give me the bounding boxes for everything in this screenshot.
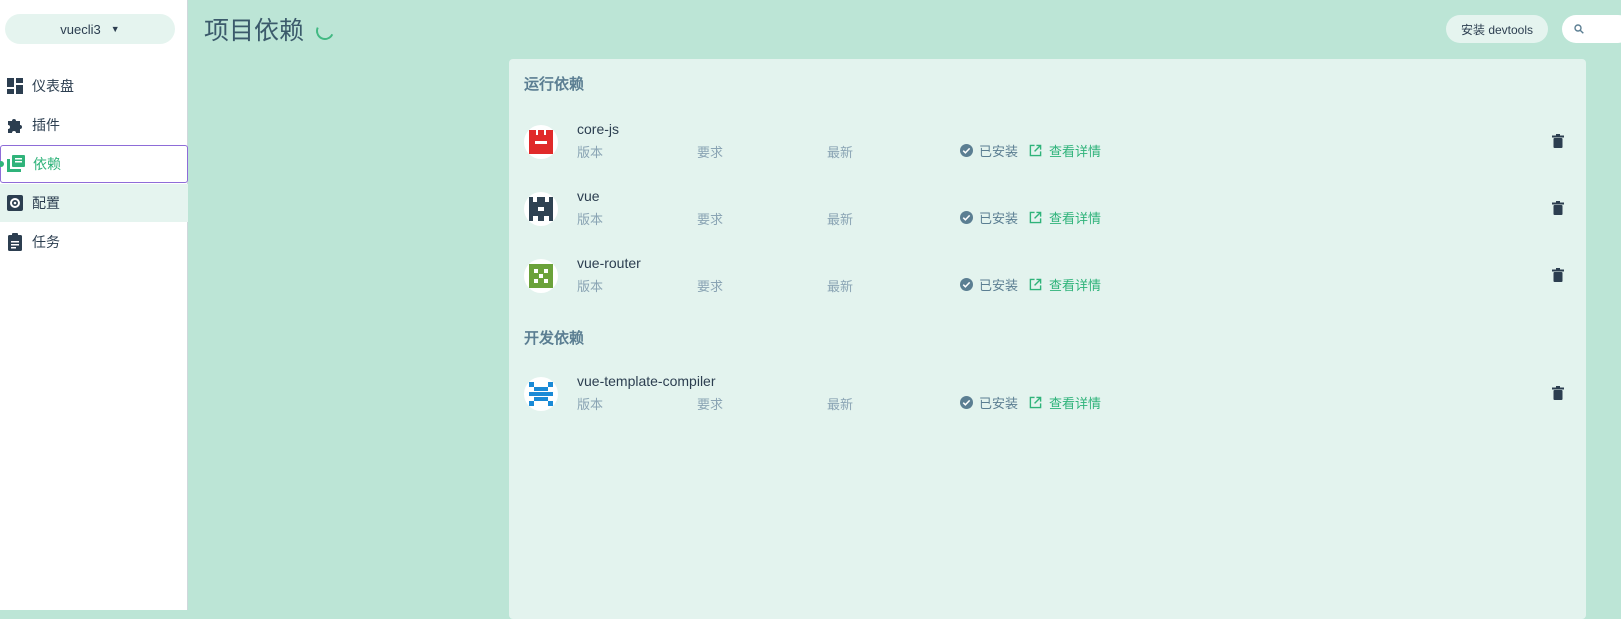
view-details-link[interactable]: 查看详情 [1029, 393, 1101, 412]
required-label: 要求 [697, 397, 724, 412]
view-details-link[interactable]: 查看详情 [1029, 141, 1101, 160]
installed-status: 已安装 [960, 275, 1018, 294]
installed-status: 已安装 [960, 208, 1018, 227]
dependency-row: core-js 版本 要求 最新 已安装 查看详情 [509, 121, 1586, 171]
latest-label: 最新 [827, 397, 854, 412]
vue-logo-icon [524, 192, 558, 226]
version-label: 版本 [577, 397, 604, 412]
core-js-logo-icon [524, 125, 558, 159]
version-label: 版本 [577, 279, 604, 294]
loading-spinner-icon [313, 19, 337, 43]
page-title: 项目依赖 [204, 17, 305, 45]
latest-label: 最新 [827, 145, 854, 160]
sidebar-item-label: 仪表盘 [32, 78, 74, 94]
dependency-name: vue-router [577, 255, 641, 271]
sidebar-nav: 仪表盘 插件 依赖 配置 任务 [0, 67, 188, 262]
latest-label: 最新 [827, 279, 854, 294]
view-details-label: 查看详情 [1049, 278, 1102, 293]
required-label: 要求 [697, 145, 724, 160]
dependency-name: core-js [577, 121, 620, 137]
install-devtools-button[interactable]: 安装 devtools [1446, 15, 1548, 43]
open-in-new-icon [1029, 278, 1042, 291]
installed-status: 已安装 [960, 393, 1018, 412]
installed-label: 已安装 [979, 396, 1019, 411]
installed-label: 已安装 [979, 278, 1019, 293]
dependencies-panel: 运行依赖 core-js 版本 要求 最新 已安装 查看详情 vue 版本 要求… [509, 59, 1586, 619]
view-details-label: 查看详情 [1049, 211, 1102, 226]
check-circle-icon [960, 396, 973, 409]
vue-template-compiler-logo-icon [524, 377, 558, 411]
section-title-runtime: 运行依赖 [524, 76, 585, 93]
dependency-row: vue-template-compiler 版本 要求 最新 已安装 查看详情 [509, 373, 1586, 423]
view-details-link[interactable]: 查看详情 [1029, 208, 1101, 227]
search-box[interactable] [1562, 15, 1621, 43]
sidebar-item-dashboard[interactable]: 仪表盘 [0, 67, 188, 105]
sidebar-item-dependencies[interactable]: 依赖 [0, 145, 188, 183]
project-name: vuecli3 [60, 21, 101, 37]
open-in-new-icon [1029, 144, 1042, 157]
version-label: 版本 [577, 145, 604, 160]
delete-icon[interactable] [1552, 201, 1564, 215]
installed-label: 已安装 [979, 211, 1019, 226]
clipboard-icon [6, 233, 24, 251]
project-switcher[interactable]: vuecli3 ▼ [5, 14, 175, 44]
version-label: 版本 [577, 212, 604, 227]
sidebar-item-plugins[interactable]: 插件 [0, 106, 188, 144]
dashboard-icon [6, 77, 24, 95]
sidebar-item-tasks[interactable]: 任务 [0, 223, 188, 261]
settings-gear-icon [6, 194, 24, 212]
view-details-label: 查看详情 [1049, 144, 1102, 159]
installed-status: 已安装 [960, 141, 1018, 160]
sidebar-item-configuration[interactable]: 配置 [0, 184, 188, 222]
sidebar-item-label: 配置 [32, 195, 60, 211]
delete-icon[interactable] [1552, 134, 1564, 148]
dependency-name: vue [577, 188, 600, 204]
open-in-new-icon [1029, 396, 1042, 409]
latest-label: 最新 [827, 212, 854, 227]
section-title-dev: 开发依赖 [524, 330, 585, 347]
delete-icon[interactable] [1552, 268, 1564, 282]
library-books-icon [7, 155, 25, 173]
required-label: 要求 [697, 279, 724, 294]
open-in-new-icon [1029, 211, 1042, 224]
installed-label: 已安装 [979, 144, 1019, 159]
required-label: 要求 [697, 212, 724, 227]
sidebar-item-label: 依赖 [33, 156, 61, 172]
view-details-link[interactable]: 查看详情 [1029, 275, 1101, 294]
dependency-row: vue 版本 要求 最新 已安装 查看详情 [509, 188, 1586, 238]
vue-router-logo-icon [524, 259, 558, 293]
dependency-row: vue-router 版本 要求 最新 已安装 查看详情 [509, 255, 1586, 305]
sidebar: vuecli3 ▼ 仪表盘 插件 依赖 配置 任务 [0, 0, 188, 610]
sidebar-item-label: 插件 [32, 117, 60, 133]
check-circle-icon [960, 144, 973, 157]
caret-down-icon: ▼ [110, 24, 120, 34]
dependency-name: vue-template-compiler [577, 373, 716, 389]
check-circle-icon [960, 211, 973, 224]
puzzle-icon [6, 116, 24, 134]
view-details-label: 查看详情 [1049, 396, 1102, 411]
delete-icon[interactable] [1552, 386, 1564, 400]
search-input[interactable] [1588, 21, 1621, 37]
sidebar-item-label: 任务 [32, 234, 60, 250]
search-icon [1574, 24, 1584, 34]
check-circle-icon [960, 278, 973, 291]
